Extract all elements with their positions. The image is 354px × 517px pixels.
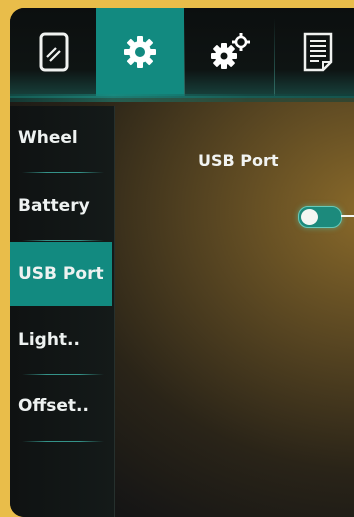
tab-settings[interactable] xyxy=(96,8,185,96)
tab-bar xyxy=(10,8,354,98)
divider xyxy=(22,240,104,241)
sidebar-item-offset[interactable]: Offset.. xyxy=(10,374,112,438)
divider xyxy=(22,441,104,442)
sidebar-item-battery[interactable]: Battery xyxy=(10,174,112,238)
sidebar-item-usb-port[interactable]: USB Port xyxy=(10,242,112,306)
app-frame: Wheel Battery USB Port Light.. Offset.. … xyxy=(10,8,354,517)
gear-icon xyxy=(124,36,156,68)
sidebar-item-label: Light.. xyxy=(18,330,80,350)
divider xyxy=(22,172,104,173)
sidebar-item-light[interactable]: Light.. xyxy=(10,308,112,372)
sidebar-item-label: USB Port xyxy=(18,264,104,284)
tab-advanced[interactable] xyxy=(186,8,275,96)
toggle-knob xyxy=(301,209,318,225)
tab-bar-glow xyxy=(10,94,354,102)
sidebar: Wheel Battery USB Port Light.. Offset.. xyxy=(10,106,115,517)
document-icon xyxy=(303,32,333,72)
setting-label: USB Port xyxy=(198,151,279,170)
sidebar-item-label: Battery xyxy=(18,196,90,216)
sidebar-item-label: Offset.. xyxy=(18,396,89,416)
usb-port-toggle[interactable] xyxy=(298,206,342,228)
tab-device[interactable] xyxy=(10,8,99,96)
sidebar-item-label: Wheel xyxy=(18,128,78,148)
leader-line xyxy=(341,215,354,217)
gears-icon xyxy=(211,33,250,69)
sidebar-item-wheel[interactable]: Wheel xyxy=(10,106,112,170)
phone-icon xyxy=(39,32,69,72)
tab-log[interactable] xyxy=(274,8,354,96)
